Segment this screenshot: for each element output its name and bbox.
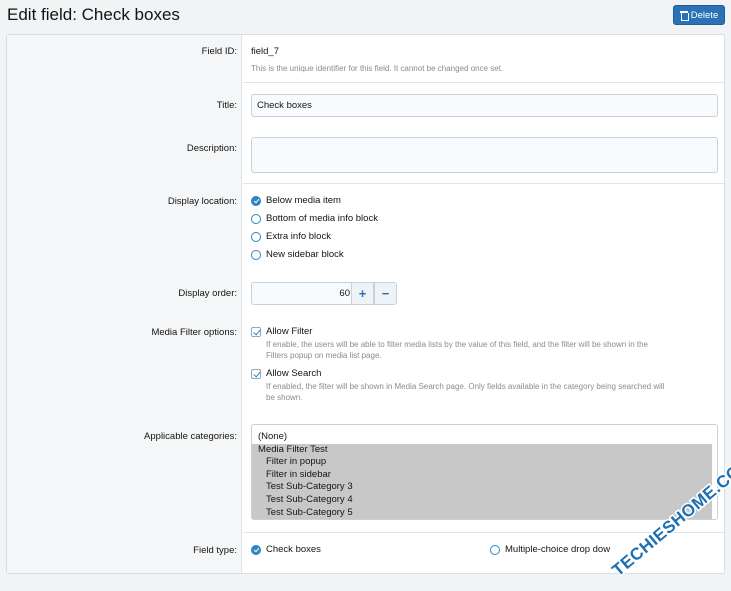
allow-filter-label: Allow Filter — [266, 326, 313, 337]
option-label: New sidebar block — [266, 249, 344, 260]
title-label: Title: — [216, 100, 237, 111]
field-type-check-boxes[interactable]: Check boxes — [251, 544, 321, 555]
radio-icon[interactable] — [251, 231, 261, 242]
radio-checked-icon[interactable] — [251, 195, 261, 206]
display-order-label: Display order: — [178, 288, 237, 299]
categories-label: Applicable categories: — [144, 431, 237, 442]
delete-button[interactable]: Delete — [673, 5, 725, 25]
option-label: Extra info block — [266, 231, 331, 242]
allow-filter-checkbox[interactable]: Allow Filter — [251, 326, 312, 337]
delete-button-label: Delete — [690, 9, 719, 21]
checkbox-checked-icon[interactable] — [251, 368, 261, 379]
display-location-below-media[interactable]: Below media item — [251, 195, 341, 206]
category-option[interactable]: Filter in popup — [252, 456, 712, 469]
allow-search-hint-2: be shown. — [266, 393, 303, 402]
description-label: Description: — [186, 143, 237, 154]
allow-search-checkbox[interactable]: Allow Search — [251, 368, 321, 379]
display-order-input[interactable] — [251, 282, 356, 305]
category-option[interactable]: (None) — [252, 431, 712, 444]
allow-filter-hint-1: If enable, the users will be able to fil… — [266, 340, 648, 349]
field-type-label: Field type: — [193, 545, 237, 556]
checkbox-checked-icon[interactable] — [251, 326, 261, 337]
category-option[interactable]: Test Sub-Category 3 — [252, 481, 712, 494]
edit-field-form: Field ID: field_7 This is the unique ide… — [6, 34, 725, 574]
category-option[interactable]: Media Filter Test — [252, 443, 712, 457]
category-option[interactable]: Filter in sidebar — [252, 468, 712, 482]
radio-icon[interactable] — [251, 249, 261, 260]
display-location-label: Display location: — [167, 196, 237, 207]
field-id-hint: This is the unique identifier for this f… — [251, 64, 504, 73]
option-label: Bottom of media info block — [266, 213, 378, 224]
option-label: Below media item — [266, 195, 341, 206]
field-type-multiple-choice[interactable]: Multiple-choice drop dow — [490, 544, 610, 555]
decrement-button[interactable]: − — [374, 282, 397, 305]
label-column — [7, 35, 242, 573]
field-id-label: Field ID: — [201, 46, 237, 57]
increment-button[interactable]: + — [351, 282, 374, 305]
display-location-bottom-info[interactable]: Bottom of media info block — [251, 213, 378, 224]
categories-listbox[interactable]: (None) Media Filter Test Filter in popup… — [251, 424, 718, 520]
page-title: Edit field: Check boxes — [7, 5, 180, 24]
radio-checked-icon[interactable] — [251, 544, 261, 555]
trash-icon — [679, 10, 689, 21]
title-input[interactable] — [251, 94, 718, 117]
allow-filter-hint-2: Filters popup on media list page. — [266, 351, 382, 360]
option-label: Multiple-choice drop dow — [505, 544, 611, 555]
option-label: Check boxes — [266, 544, 321, 555]
divider — [243, 82, 724, 83]
radio-icon[interactable] — [251, 213, 261, 224]
display-location-new-sidebar[interactable]: New sidebar block — [251, 249, 344, 260]
allow-search-label: Allow Search — [266, 368, 322, 379]
field-id-value: field_7 — [251, 46, 279, 57]
divider — [243, 183, 724, 184]
display-location-extra-info[interactable]: Extra info block — [251, 231, 331, 242]
category-option[interactable]: Test Sub-Category 4 — [252, 493, 712, 507]
radio-icon[interactable] — [490, 544, 500, 555]
allow-search-hint-1: If enabled, the filter will be shown in … — [266, 382, 665, 391]
category-option[interactable]: Test Sub-Category 5 — [252, 506, 712, 519]
media-filter-label: Media Filter options: — [151, 327, 237, 338]
description-input[interactable] — [251, 137, 718, 173]
